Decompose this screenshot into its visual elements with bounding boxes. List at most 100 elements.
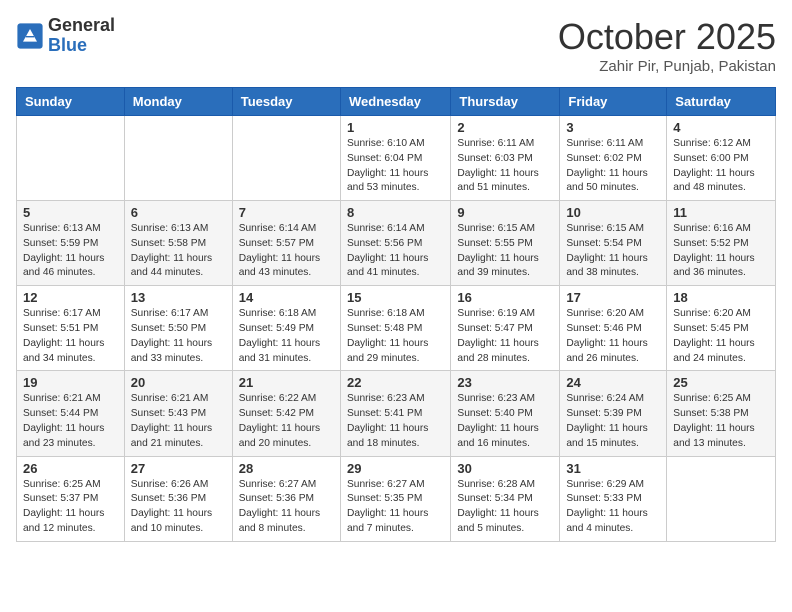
day-number: 22 (347, 375, 444, 390)
day-number: 29 (347, 461, 444, 476)
day-cell: 12 Sunrise: 6:17 AMSunset: 5:51 PMDayligh… (17, 286, 125, 371)
day-number: 19 (23, 375, 118, 390)
day-number: 4 (673, 120, 769, 135)
day-cell: 4 Sunrise: 6:12 AMSunset: 6:00 PMDaylight… (667, 116, 776, 201)
weekday-header-tuesday: Tuesday (232, 88, 340, 116)
day-cell (124, 116, 232, 201)
day-number: 28 (239, 461, 334, 476)
logo-general: General (48, 16, 115, 36)
day-number: 30 (457, 461, 553, 476)
day-cell: 8 Sunrise: 6:14 AMSunset: 5:56 PMDaylight… (340, 201, 450, 286)
day-number: 15 (347, 290, 444, 305)
day-cell: 25 Sunrise: 6:25 AMSunset: 5:38 PMDayligh… (667, 371, 776, 456)
day-info: Sunrise: 6:14 AMSunset: 5:56 PMDaylight:… (347, 222, 444, 281)
month-title: October 2025 (558, 16, 776, 58)
day-cell: 5 Sunrise: 6:13 AMSunset: 5:59 PMDaylight… (17, 201, 125, 286)
logo-text: General Blue (48, 16, 115, 56)
day-info: Sunrise: 6:22 AMSunset: 5:42 PMDaylight:… (239, 392, 334, 451)
weekday-header-row: SundayMondayTuesdayWednesdayThursdayFrid… (17, 88, 776, 116)
day-number: 10 (566, 205, 660, 220)
week-row-1: 1Sunrise: 6:10 AMSunset: 6:04 PMDaylight… (17, 116, 776, 201)
day-info: Sunrise: 6:15 AMSunset: 5:55 PMDaylight:… (457, 222, 553, 281)
day-cell: 15 Sunrise: 6:18 AMSunset: 5:48 PMDayligh… (340, 286, 450, 371)
day-number: 7 (239, 205, 334, 220)
day-cell: 2 Sunrise: 6:11 AMSunset: 6:03 PMDaylight… (451, 116, 560, 201)
day-info: Sunrise: 6:19 AMSunset: 5:47 PMDaylight:… (457, 307, 553, 366)
day-number: 9 (457, 205, 553, 220)
day-cell: 29Sunrise: 6:27 AMSunset: 5:35 PMDayligh… (340, 456, 450, 541)
week-row-5: 26Sunrise: 6:25 AMSunset: 5:37 PMDayligh… (17, 456, 776, 541)
day-info: Sunrise: 6:25 AMSunset: 5:37 PMDaylight:… (23, 478, 118, 537)
day-cell: 17 Sunrise: 6:20 AMSunset: 5:46 PMDayligh… (560, 286, 667, 371)
day-info: Sunrise: 6:17 AMSunset: 5:50 PMDaylight:… (131, 307, 226, 366)
day-cell: 10 Sunrise: 6:15 AMSunset: 5:54 PMDayligh… (560, 201, 667, 286)
day-cell: 18Sunrise: 6:20 AMSunset: 5:45 PMDayligh… (667, 286, 776, 371)
week-row-3: 12 Sunrise: 6:17 AMSunset: 5:51 PMDayligh… (17, 286, 776, 371)
day-info: Sunrise: 6:12 AMSunset: 6:00 PMDaylight:… (673, 137, 769, 196)
day-cell: 21 Sunrise: 6:22 AMSunset: 5:42 PMDayligh… (232, 371, 340, 456)
day-number: 6 (131, 205, 226, 220)
day-number: 11 (673, 205, 769, 220)
day-number: 31 (566, 461, 660, 476)
day-cell: 30 Sunrise: 6:28 AMSunset: 5:34 PMDayligh… (451, 456, 560, 541)
day-info: Sunrise: 6:29 AMSunset: 5:33 PMDaylight:… (566, 478, 660, 537)
day-info: Sunrise: 6:18 AMSunset: 5:48 PMDaylight:… (347, 307, 444, 366)
day-cell: 6 Sunrise: 6:13 AMSunset: 5:58 PMDaylight… (124, 201, 232, 286)
day-info: Sunrise: 6:11 AMSunset: 6:02 PMDaylight:… (566, 137, 660, 196)
day-cell: 3 Sunrise: 6:11 AMSunset: 6:02 PMDaylight… (560, 116, 667, 201)
day-cell: 28 Sunrise: 6:27 AMSunset: 5:36 PMDayligh… (232, 456, 340, 541)
day-info: Sunrise: 6:11 AMSunset: 6:03 PMDaylight:… (457, 137, 553, 196)
title-block: October 2025 Zahir Pir, Punjab, Pakistan (558, 16, 776, 75)
day-number: 21 (239, 375, 334, 390)
weekday-header-thursday: Thursday (451, 88, 560, 116)
logo-blue: Blue (48, 36, 115, 56)
day-cell (17, 116, 125, 201)
day-info: Sunrise: 6:21 AMSunset: 5:44 PMDaylight:… (23, 392, 118, 451)
day-cell: 26Sunrise: 6:25 AMSunset: 5:37 PMDayligh… (17, 456, 125, 541)
day-info: Sunrise: 6:13 AMSunset: 5:59 PMDaylight:… (23, 222, 118, 281)
day-cell: 22Sunrise: 6:23 AMSunset: 5:41 PMDayligh… (340, 371, 450, 456)
day-cell: 27 Sunrise: 6:26 AMSunset: 5:36 PMDayligh… (124, 456, 232, 541)
day-number: 5 (23, 205, 118, 220)
location: Zahir Pir, Punjab, Pakistan (558, 58, 776, 75)
day-number: 16 (457, 290, 553, 305)
day-number: 27 (131, 461, 226, 476)
day-info: Sunrise: 6:21 AMSunset: 5:43 PMDaylight:… (131, 392, 226, 451)
week-row-2: 5 Sunrise: 6:13 AMSunset: 5:59 PMDaylight… (17, 201, 776, 286)
day-number: 12 (23, 290, 118, 305)
day-info: Sunrise: 6:27 AMSunset: 5:36 PMDaylight:… (239, 478, 334, 537)
day-number: 25 (673, 375, 769, 390)
weekday-header-sunday: Sunday (17, 88, 125, 116)
day-number: 2 (457, 120, 553, 135)
day-number: 18 (673, 290, 769, 305)
day-info: Sunrise: 6:17 AMSunset: 5:51 PMDaylight:… (23, 307, 118, 366)
day-info: Sunrise: 6:15 AMSunset: 5:54 PMDaylight:… (566, 222, 660, 281)
day-cell: 16 Sunrise: 6:19 AMSunset: 5:47 PMDayligh… (451, 286, 560, 371)
day-number: 8 (347, 205, 444, 220)
day-info: Sunrise: 6:28 AMSunset: 5:34 PMDaylight:… (457, 478, 553, 537)
day-info: Sunrise: 6:25 AMSunset: 5:38 PMDaylight:… (673, 392, 769, 451)
weekday-header-monday: Monday (124, 88, 232, 116)
day-cell (232, 116, 340, 201)
day-cell: 19 Sunrise: 6:21 AMSunset: 5:44 PMDayligh… (17, 371, 125, 456)
day-number: 20 (131, 375, 226, 390)
page-header: General Blue October 2025 Zahir Pir, Pun… (16, 16, 776, 75)
weekday-header-wednesday: Wednesday (340, 88, 450, 116)
day-number: 1 (347, 120, 444, 135)
day-info: Sunrise: 6:14 AMSunset: 5:57 PMDaylight:… (239, 222, 334, 281)
day-cell: 23 Sunrise: 6:23 AMSunset: 5:40 PMDayligh… (451, 371, 560, 456)
day-info: Sunrise: 6:23 AMSunset: 5:40 PMDaylight:… (457, 392, 553, 451)
day-number: 23 (457, 375, 553, 390)
day-number: 13 (131, 290, 226, 305)
day-cell: 13 Sunrise: 6:17 AMSunset: 5:50 PMDayligh… (124, 286, 232, 371)
day-info: Sunrise: 6:20 AMSunset: 5:46 PMDaylight:… (566, 307, 660, 366)
day-info: Sunrise: 6:16 AMSunset: 5:52 PMDaylight:… (673, 222, 769, 281)
day-number: 17 (566, 290, 660, 305)
day-cell (667, 456, 776, 541)
weekday-header-friday: Friday (560, 88, 667, 116)
day-info: Sunrise: 6:13 AMSunset: 5:58 PMDaylight:… (131, 222, 226, 281)
day-cell: 1Sunrise: 6:10 AMSunset: 6:04 PMDaylight… (340, 116, 450, 201)
calendar-table: SundayMondayTuesdayWednesdayThursdayFrid… (16, 87, 776, 542)
day-number: 3 (566, 120, 660, 135)
day-info: Sunrise: 6:26 AMSunset: 5:36 PMDaylight:… (131, 478, 226, 537)
